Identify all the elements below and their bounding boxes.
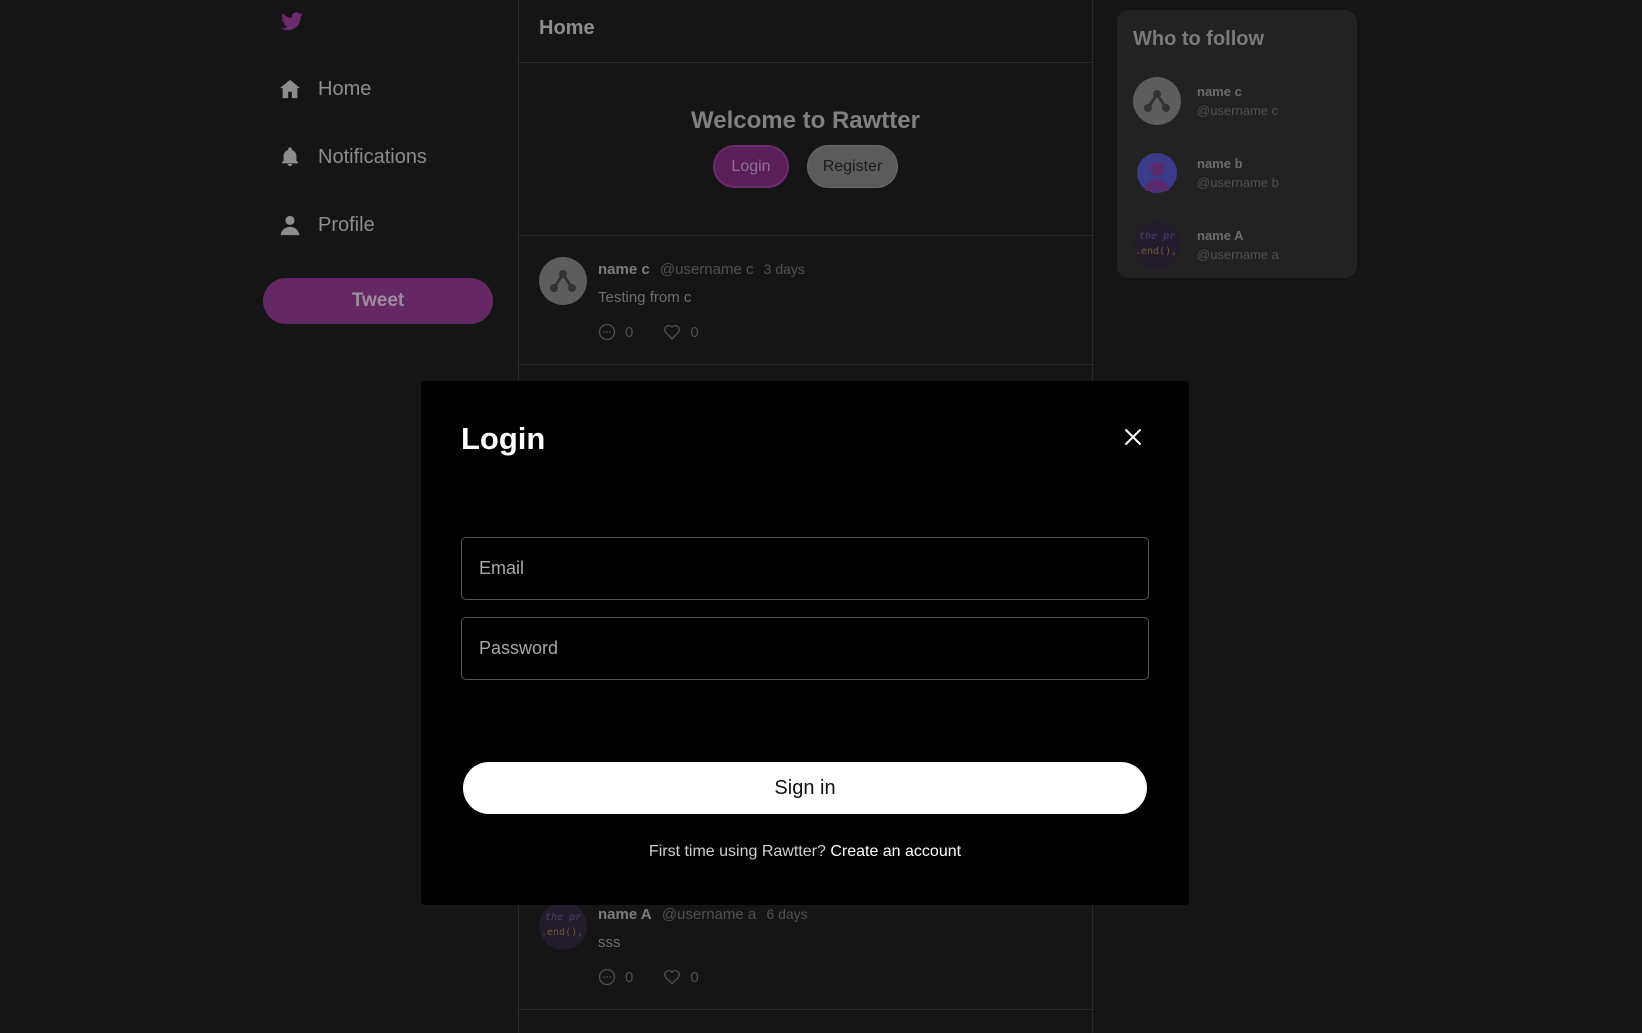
footer-text: First time using Rawtter?	[648, 843, 826, 860]
modal-title: Login	[461, 421, 546, 456]
tweet-header: name A @username a 6 days	[598, 906, 808, 923]
password-field[interactable]	[461, 617, 1149, 680]
follow-username: @username c	[1197, 103, 1279, 118]
reply-count: 0	[625, 323, 634, 341]
avatar[interactable]	[1133, 149, 1181, 197]
who-to-follow-title: Who to follow	[1133, 28, 1265, 50]
tweet-text: Testing from c	[598, 289, 692, 306]
heart-icon	[664, 969, 681, 985]
like-action[interactable]: 0	[663, 968, 699, 986]
reply-action[interactable]: 0	[598, 968, 633, 986]
sign-in-button[interactable]: Sign in	[463, 762, 1147, 814]
tweet-author-name[interactable]: name c	[598, 261, 650, 278]
like-count: 0	[690, 968, 699, 986]
follow-name[interactable]: name c	[1197, 84, 1278, 99]
tweet[interactable]: name c @username c 3 days Testing from c…	[519, 237, 1094, 365]
like-count: 0	[690, 323, 699, 341]
avatar-code-line2: .end(),	[1135, 246, 1177, 257]
tweet-timestamp: 6 days	[766, 906, 808, 922]
welcome-title: Welcome to Rawtter	[691, 107, 920, 134]
avatar-code-line1: the pr	[1139, 231, 1175, 242]
sidebar-item-label: Home	[318, 77, 372, 100]
email-field[interactable]	[461, 537, 1149, 600]
avatar-code-line2: .end(),	[541, 927, 583, 938]
avatar[interactable]: the pr .end(),	[539, 902, 587, 950]
who-to-follow-panel: Who to follow name c @username c name b …	[1117, 10, 1357, 278]
avatar-code-line1: the pr	[545, 912, 581, 923]
avatar[interactable]	[539, 257, 587, 305]
sidebar-item-home[interactable]: Home	[279, 73, 371, 105]
comment-icon	[598, 968, 616, 986]
follow-username: @username a	[1197, 247, 1279, 262]
avatar[interactable]	[1133, 77, 1181, 125]
follow-suggestion[interactable]: the pr .end(), name A @username a	[1133, 209, 1341, 281]
reply-action[interactable]: 0	[598, 323, 633, 341]
sidebar-item-notifications[interactable]: Notifications	[279, 141, 427, 173]
follow-name[interactable]: name b	[1197, 156, 1279, 171]
modal-footer: First time using Rawtter? Create an acco…	[421, 843, 1189, 861]
follow-suggestion[interactable]: name c @username c	[1133, 65, 1341, 137]
tweet-timestamp: 3 days	[763, 261, 805, 277]
tweet-actions: 0 0	[598, 968, 699, 986]
user-icon	[279, 214, 301, 236]
login-modal: Login Sign in First time using Rawtter? …	[421, 381, 1189, 905]
bell-icon	[279, 146, 301, 168]
sidebar-item-profile[interactable]: Profile	[279, 209, 375, 241]
sidebar-item-label: Profile	[318, 213, 375, 236]
comment-icon	[598, 323, 616, 341]
follow-info: name c @username c	[1197, 84, 1278, 118]
reply-count: 0	[625, 968, 634, 986]
follow-info: name A @username a	[1197, 228, 1279, 262]
avatar[interactable]: the pr .end(),	[1133, 221, 1181, 269]
register-button[interactable]: Register	[807, 145, 898, 188]
login-button[interactable]: Login	[713, 145, 789, 188]
like-action[interactable]: 0	[663, 323, 699, 341]
tweet-author-name[interactable]: name A	[598, 906, 652, 923]
tweet-actions: 0 0	[598, 323, 699, 341]
sidebar-item-label: Notifications	[318, 145, 427, 168]
create-account-link[interactable]: Create an account	[830, 843, 961, 860]
close-icon[interactable]	[1121, 425, 1145, 449]
follow-suggestion[interactable]: name b @username b	[1133, 137, 1341, 209]
tweet-text: sss	[598, 934, 621, 951]
bird-logo-icon[interactable]	[279, 10, 305, 34]
page-title: Home	[519, 0, 1092, 63]
heart-icon	[664, 324, 681, 340]
follow-info: name b @username b	[1197, 156, 1279, 190]
tweet-username: @username a	[661, 906, 757, 923]
tweet-header: name c @username c 3 days	[598, 261, 805, 278]
welcome-panel: Welcome to Rawtter Login Register	[519, 63, 1092, 236]
tweet-button[interactable]: Tweet	[263, 278, 493, 324]
tweet-username: @username c	[659, 261, 754, 278]
welcome-buttons: Login Register	[519, 145, 1092, 188]
follow-name[interactable]: name A	[1197, 228, 1279, 243]
follow-username: @username b	[1197, 175, 1279, 190]
home-icon	[279, 78, 301, 100]
